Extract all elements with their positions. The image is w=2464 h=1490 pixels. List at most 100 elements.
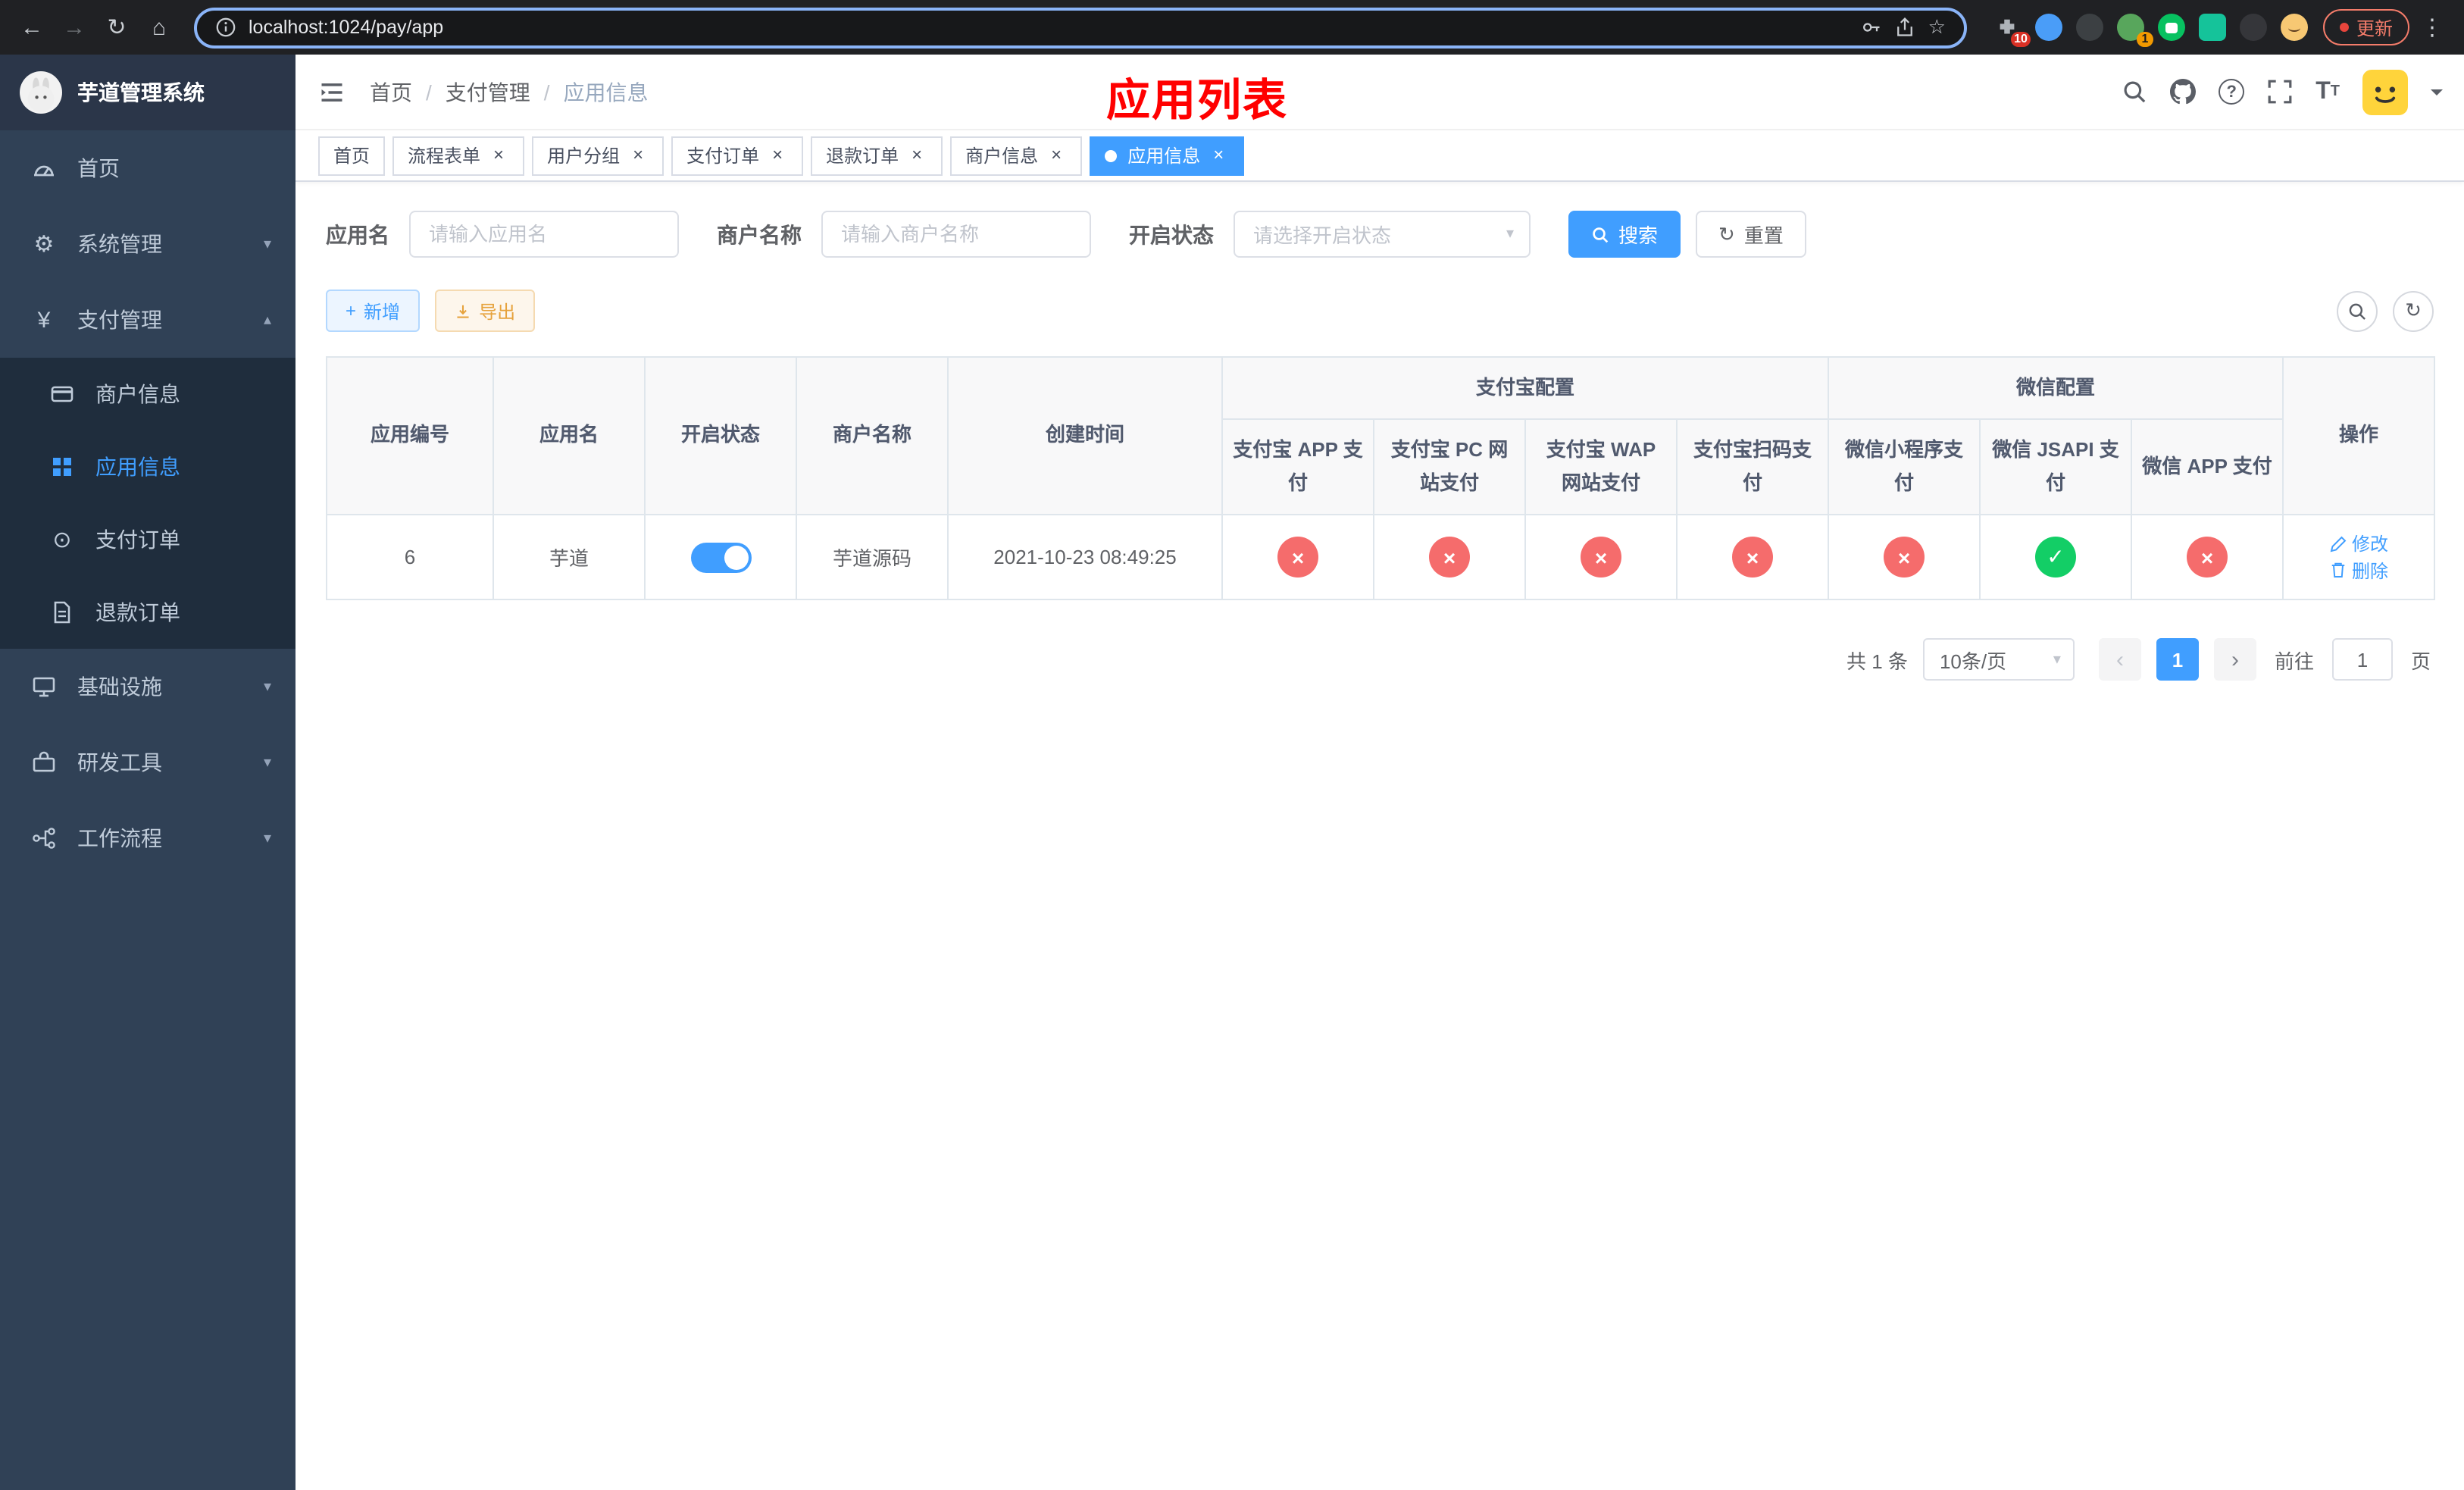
status-switch[interactable]: [690, 542, 751, 572]
url-text: localhost:1024/pay/app: [249, 17, 444, 38]
share-icon[interactable]: [1895, 17, 1916, 38]
app-logo[interactable]: 芋道管理系统: [0, 55, 295, 130]
refresh-table-button[interactable]: ↻: [2393, 290, 2434, 331]
password-key-icon[interactable]: [1862, 17, 1883, 38]
breadcrumb-payment-management[interactable]: 支付管理: [446, 77, 530, 107]
prev-page-button[interactable]: ‹: [2098, 638, 2141, 681]
breadcrumb-separator: /: [426, 80, 432, 104]
chevron-down-icon: ▾: [263, 236, 271, 252]
page-number-1[interactable]: 1: [2156, 638, 2199, 681]
tab-merchant-info[interactable]: 商户信息 ×: [950, 136, 1083, 175]
export-button[interactable]: 导出: [435, 290, 536, 332]
extension-icon-3[interactable]: 1: [2116, 14, 2153, 47]
extension-icon-1[interactable]: [2034, 14, 2062, 41]
dashboard-icon: [30, 156, 58, 180]
tab-close-icon[interactable]: ×: [1046, 144, 1067, 166]
tab-label: 流程表单: [408, 146, 481, 167]
github-icon[interactable]: [2170, 79, 2197, 105]
merchant-name-input[interactable]: [821, 211, 1091, 258]
add-button[interactable]: + 新增: [326, 290, 421, 332]
chevron-up-icon: ▴: [263, 311, 271, 328]
app-name-filter: 应用名: [326, 211, 679, 258]
browser-back-icon[interactable]: ←: [12, 8, 52, 47]
help-icon[interactable]: ?: [2219, 79, 2245, 105]
sidebar-item-label: 退款订单: [95, 600, 180, 624]
page-size-select[interactable]: 10条/页 ▾: [1922, 638, 2075, 681]
hamburger-icon[interactable]: [318, 78, 346, 105]
edit-link[interactable]: 修改: [2329, 531, 2388, 556]
address-bar[interactable]: localhost:1024/pay/app ☆: [194, 7, 1967, 48]
sidebar-item-home[interactable]: 首页: [0, 130, 295, 206]
cell-actions: 修改 删除: [2282, 514, 2436, 600]
refresh-icon: ↻: [1718, 222, 1735, 245]
sidebar-item-infrastructure[interactable]: 基础设施 ▾: [0, 649, 295, 725]
tab-payment-order[interactable]: 支付订单 ×: [671, 136, 804, 175]
user-avatar[interactable]: [2362, 69, 2408, 114]
browser-home-icon[interactable]: ⌂: [139, 8, 179, 47]
tab-app-info[interactable]: 应用信息 ×: [1090, 136, 1245, 175]
tab-close-icon[interactable]: ×: [1208, 144, 1229, 166]
bookmark-star-icon[interactable]: ☆: [1928, 15, 1946, 39]
status-select-placeholder: 请选择开启状态: [1253, 224, 1392, 247]
extension-icon-6[interactable]: [2239, 14, 2267, 41]
order-icon: ⊙: [52, 527, 72, 553]
sidebar-item-refund-order[interactable]: 退款订单: [0, 576, 295, 649]
browser-update-button[interactable]: 更新: [2322, 9, 2409, 45]
wechat-extension-icon[interactable]: [2157, 14, 2185, 41]
alipay-pc-status-icon: ×: [1429, 537, 1470, 578]
tab-label: 商户信息: [965, 146, 1039, 167]
fullscreen-icon[interactable]: [2267, 79, 2293, 105]
tab-refund-order[interactable]: 退款订单 ×: [811, 136, 943, 175]
extension-icon-5[interactable]: [2198, 14, 2226, 41]
sidebar-item-system-management[interactable]: ⚙ 系统管理 ▾: [0, 206, 295, 282]
font-size-icon[interactable]: TT: [2315, 78, 2340, 105]
browser-toolbar: ← → ↻ ⌂ localhost:1024/pay/app ☆ 10 1 更新…: [0, 0, 2464, 55]
tab-close-icon[interactable]: ×: [488, 144, 509, 166]
tab-close-icon[interactable]: ×: [627, 144, 649, 166]
goto-page-input[interactable]: [2331, 638, 2393, 681]
caret-down-icon[interactable]: [2431, 89, 2443, 101]
reset-button[interactable]: ↻ 重置: [1696, 211, 1806, 258]
chevron-down-icon: ▾: [2053, 651, 2061, 668]
tab-user-group[interactable]: 用户分组 ×: [532, 136, 664, 175]
browser-forward-icon[interactable]: →: [55, 8, 94, 47]
delete-link[interactable]: 删除: [2329, 557, 2388, 583]
search-icon[interactable]: [2122, 79, 2147, 105]
browser-profile-avatar[interactable]: [2280, 14, 2308, 41]
tab-label: 退款订单: [826, 146, 899, 167]
next-page-button[interactable]: ›: [2213, 638, 2256, 681]
browser-reload-icon[interactable]: ↻: [97, 8, 136, 47]
sidebar-item-dev-tools[interactable]: 研发工具 ▾: [0, 725, 295, 800]
sidebar-item-merchant-info[interactable]: 商户信息: [0, 358, 295, 430]
status-filter: 开启状态 请选择开启状态 ▾: [1129, 211, 1531, 258]
tab-home[interactable]: 首页: [318, 136, 386, 175]
col-wechat-app: 微信 APP 支付: [2131, 418, 2284, 515]
extension-icon-2[interactable]: [2075, 14, 2103, 41]
browser-menu-icon[interactable]: ⋮: [2412, 8, 2452, 47]
tab-close-icon[interactable]: ×: [767, 144, 788, 166]
sidebar-item-payment-order[interactable]: ⊙ 支付订单: [0, 503, 295, 576]
yen-icon: ¥: [37, 307, 51, 333]
breadcrumb-home[interactable]: 首页: [370, 77, 412, 107]
document-icon: [48, 600, 76, 624]
tab-process-form[interactable]: 流程表单 ×: [392, 136, 525, 175]
app-title: 芋道管理系统: [77, 80, 205, 105]
chevron-down-icon: ▾: [263, 754, 271, 771]
tab-close-icon[interactable]: ×: [906, 144, 927, 166]
update-dot-icon: [2339, 23, 2349, 32]
app-name-input[interactable]: [409, 211, 679, 258]
extensions-puzzle-icon[interactable]: 10: [1994, 14, 2031, 47]
site-info-icon[interactable]: [215, 17, 236, 38]
wechat-jsapi-status-icon: ✓: [2035, 537, 2077, 578]
status-select[interactable]: 请选择开启状态 ▾: [1234, 211, 1531, 258]
main-area: 首页 / 支付管理 / 应用信息 应用列表 ? T T 首页 流程表单 × 用户…: [295, 55, 2464, 1490]
sidebar-item-app-info[interactable]: 应用信息: [0, 430, 295, 503]
screen: ← → ↻ ⌂ localhost:1024/pay/app ☆ 10 1 更新…: [0, 0, 2464, 1490]
chevron-down-icon: ▾: [1506, 226, 1514, 243]
grid-icon: [48, 455, 76, 479]
sidebar-item-workflow[interactable]: 工作流程 ▾: [0, 800, 295, 876]
page-content: 应用名 商户名称 开启状态 请选择开启状态 ▾: [295, 182, 2464, 709]
sidebar-item-payment-management[interactable]: ¥ 支付管理 ▴: [0, 282, 295, 358]
search-button[interactable]: 搜索: [1568, 211, 1681, 258]
toggle-search-button[interactable]: [2337, 290, 2378, 331]
